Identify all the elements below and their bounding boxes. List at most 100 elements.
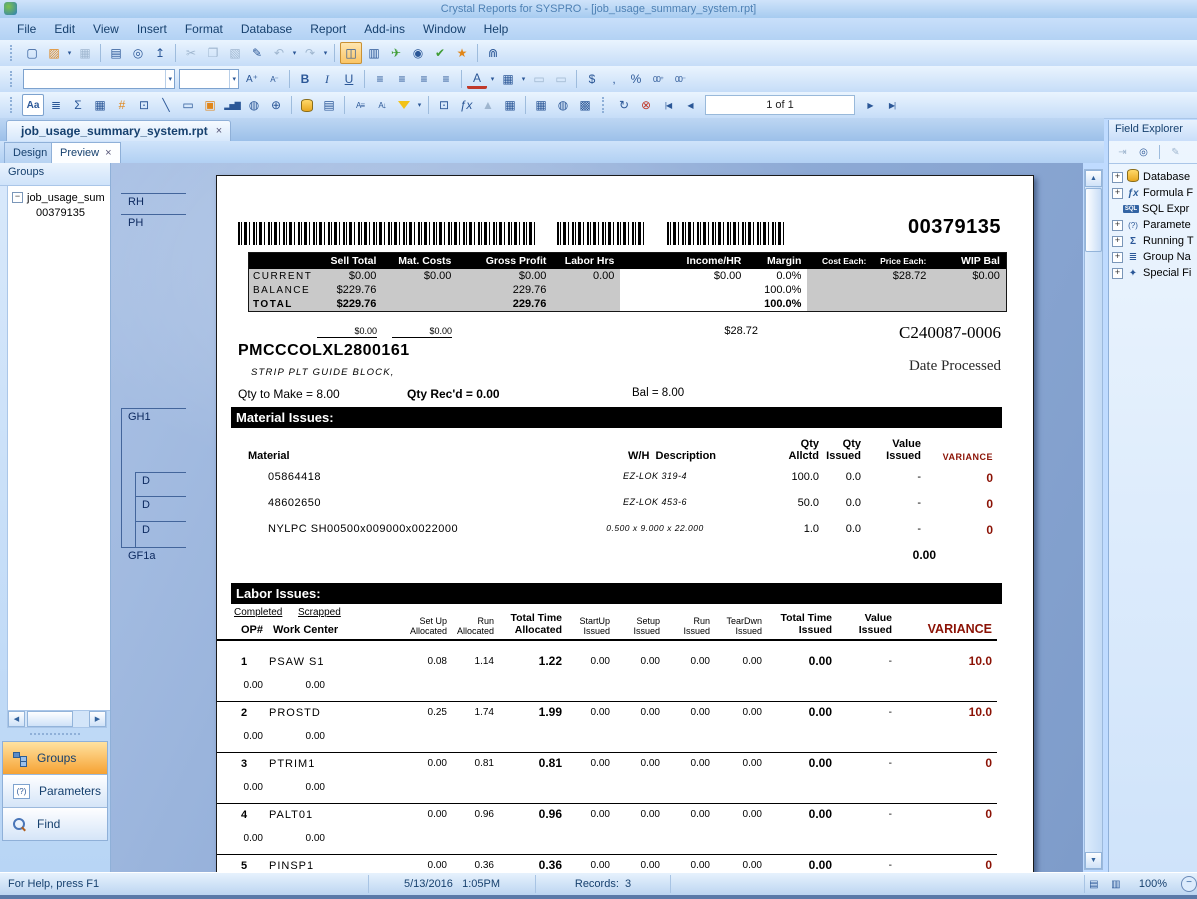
panel-resize-grip[interactable] (30, 733, 80, 735)
refresh-icon[interactable]: ↻ (614, 95, 634, 115)
align-right-icon[interactable]: ≡ (414, 69, 434, 89)
menu-addins[interactable]: Add-ins (355, 19, 414, 39)
section-expert-icon[interactable]: ▤ (319, 95, 339, 115)
group-tree-node[interactable]: 00379135 (8, 205, 110, 220)
menu-window[interactable]: Window (414, 19, 475, 39)
scroll-up-icon[interactable]: ▲ (1085, 170, 1102, 187)
group-sort-expert-icon[interactable]: A≡ (350, 95, 370, 115)
combo-arrow-icon[interactable]: ▾ (165, 70, 174, 88)
tab-preview[interactable]: Preview × (51, 142, 121, 163)
next-page-icon[interactable]: ▶ (860, 95, 880, 115)
underline-icon[interactable]: U (339, 69, 359, 89)
tree-item-parameter-fields[interactable]: + (?) Paramete (1109, 217, 1197, 233)
italic-icon[interactable]: I (317, 69, 337, 89)
scroll-down-icon[interactable]: ▼ (1085, 852, 1102, 869)
open-dropdown-icon[interactable]: ▾ (65, 49, 74, 57)
find-button[interactable]: Find (3, 808, 107, 840)
insert-summary-icon[interactable]: Σ (68, 95, 88, 115)
thousands-icon[interactable]: , (604, 69, 624, 89)
group-tree-root[interactable]: − job_usage_sum (8, 190, 110, 205)
font-color-icon[interactable]: A (467, 69, 487, 89)
toolbar-grip[interactable] (10, 45, 15, 61)
scroll-left-icon[interactable]: ◀ (8, 711, 25, 727)
tree-item-running-total-fields[interactable]: + Σ Running T (1109, 233, 1197, 249)
insert-crosstab-icon[interactable]: ▦ (90, 95, 110, 115)
ole-links-icon[interactable]: ▩ (575, 95, 595, 115)
insert-subreport-icon[interactable]: ⊡ (134, 95, 154, 115)
spell-check-icon[interactable]: ✔ (430, 43, 450, 63)
report-vertical-scrollbar[interactable]: ▲ ▼ (1084, 169, 1103, 870)
menu-format[interactable]: Format (176, 19, 232, 39)
groups-button[interactable]: Groups (3, 742, 107, 775)
close-tab-icon[interactable]: × (216, 125, 222, 137)
section-label-d3[interactable]: D (135, 521, 186, 536)
tree-item-sql-expression-fields[interactable]: SQL SQL Expr (1109, 201, 1197, 217)
redo-dropdown-icon[interactable]: ▾ (321, 49, 330, 57)
formula-workshop-icon[interactable]: ƒx (456, 95, 476, 115)
section-label-gf1a[interactable]: GF1a (121, 547, 186, 562)
insert-picture-icon[interactable]: ▣ (200, 95, 220, 115)
currency-icon[interactable]: $ (582, 69, 602, 89)
menu-edit[interactable]: Edit (45, 19, 84, 39)
previous-page-icon[interactable]: ◀ (680, 95, 700, 115)
insert-group-icon[interactable]: ≣ (46, 95, 66, 115)
normal-layout-icon[interactable]: ▤ (1086, 876, 1102, 892)
insert-chart-icon[interactable]: ▂▅▇ (222, 95, 242, 115)
expand-icon[interactable]: + (1112, 236, 1123, 247)
insert-text-object-icon[interactable]: Aa (22, 94, 44, 116)
export-icon[interactable]: ↥ (150, 43, 170, 63)
document-tab[interactable]: job_usage_summary_system.rpt × (6, 120, 231, 141)
format-expert-icon[interactable]: ⊡ (434, 95, 454, 115)
menu-file[interactable]: File (8, 19, 45, 39)
shrink-font-icon[interactable]: A⁻ (264, 69, 284, 89)
menu-database[interactable]: Database (232, 19, 301, 39)
print-preview-icon[interactable]: ◎ (128, 43, 148, 63)
expand-icon[interactable]: + (1112, 220, 1123, 231)
expand-icon[interactable]: + (1112, 188, 1123, 199)
toolbar-grip[interactable] (10, 97, 15, 113)
expand-icon[interactable]: + (1112, 268, 1123, 279)
menu-help[interactable]: Help (475, 19, 518, 39)
tree-item-formula-fields[interactable]: + ƒx Formula F (1109, 185, 1197, 201)
new-document-icon[interactable]: ▢ (22, 43, 42, 63)
format-painter-icon[interactable]: ✎ (247, 43, 267, 63)
section-label-ph[interactable]: PH (121, 214, 186, 229)
section-label-d2[interactable]: D (135, 496, 186, 511)
add-decimals-icon[interactable]: 00⁺ (648, 69, 668, 89)
align-justify-icon[interactable]: ≡ (436, 69, 456, 89)
insert-map-icon[interactable]: ◍ (244, 95, 264, 115)
insert-line-icon[interactable]: ╲ (156, 95, 176, 115)
outline-borders-icon[interactable]: ▦ (498, 69, 518, 89)
percent-icon[interactable]: % (626, 69, 646, 89)
section-label-d1[interactable]: D (135, 472, 186, 487)
toggle-group-tree-icon[interactable]: ◫ (340, 42, 362, 64)
select-expert-dropdown-icon[interactable]: ▾ (415, 101, 424, 109)
scrollbar-thumb[interactable] (1085, 188, 1102, 252)
toolbar-grip[interactable] (602, 97, 607, 113)
crosstab-expert-icon[interactable]: ▦ (531, 95, 551, 115)
align-left-icon[interactable]: ≡ (370, 69, 390, 89)
menu-report[interactable]: Report (301, 19, 355, 39)
hyperlink-globe-icon[interactable]: ◍ (553, 95, 573, 115)
first-page-icon[interactable]: |◀ (658, 95, 678, 115)
groups-horizontal-scrollbar[interactable]: ◀ ▶ (7, 710, 107, 728)
publish-icon[interactable]: ✈ (386, 43, 406, 63)
grid-options-icon[interactable]: ▦ (500, 95, 520, 115)
page-indicator[interactable]: 1 of 1 (705, 95, 855, 115)
scroll-right-icon[interactable]: ▶ (89, 711, 106, 727)
tree-item-database-fields[interactable]: + Database (1109, 169, 1197, 185)
open-icon[interactable]: ▨ (44, 43, 64, 63)
combo-arrow-icon[interactable]: ▾ (229, 70, 238, 88)
zoom-out-button[interactable]: − (1181, 876, 1197, 892)
html-preview-icon[interactable]: ◉ (408, 43, 428, 63)
find-icon[interactable]: ⋒ (483, 43, 503, 63)
insert-box-icon[interactable]: ▭ (178, 95, 198, 115)
align-center-icon[interactable]: ≡ (392, 69, 412, 89)
workbench-icon[interactable]: ★ (452, 43, 472, 63)
parameters-button[interactable]: (?) Parameters (3, 775, 107, 808)
page-layout-icon[interactable]: ▥ (1108, 876, 1124, 892)
font-size-combo[interactable]: ▾ (179, 69, 239, 89)
section-label-rh[interactable]: RH (121, 193, 186, 208)
tab-design[interactable]: Design (4, 142, 56, 163)
font-name-combo[interactable]: ▾ (23, 69, 175, 89)
